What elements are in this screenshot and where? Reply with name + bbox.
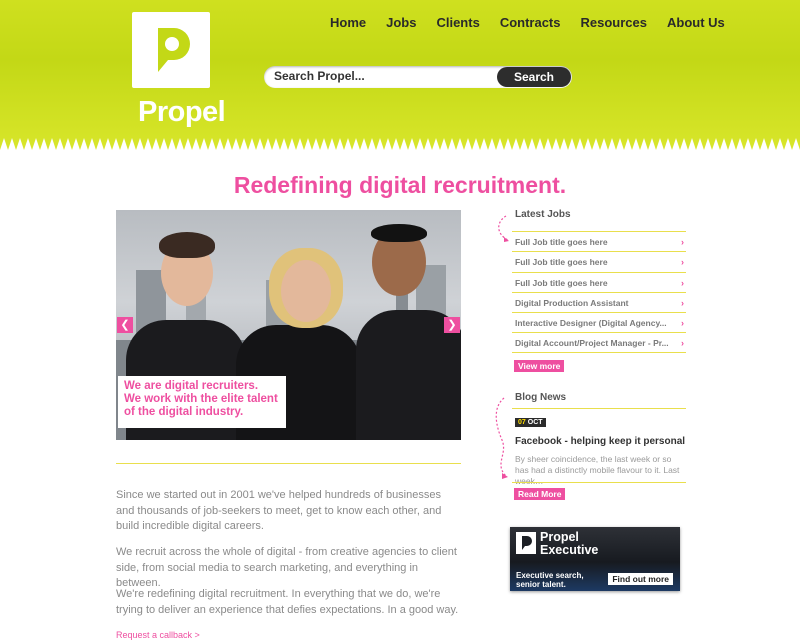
blog-date-month: OCT [527,419,543,426]
blog-date-day: 07 [518,419,526,426]
nav-jobs[interactable]: Jobs [386,15,416,30]
latest-jobs-title: Latest Jobs [515,209,571,220]
logo-wordmark: Propel [138,96,226,128]
chevron-right-icon: › [681,297,684,308]
nav-contracts[interactable]: Contracts [500,15,561,30]
job-list-item[interactable]: Interactive Designer (Digital Agency... › [512,312,686,332]
search-bar: Search [264,66,572,88]
search-button[interactable]: Search [497,67,571,87]
search-input[interactable] [274,69,494,83]
hero-caption-line: We are digital recruiters. [124,380,259,392]
blog-post-title[interactable]: Facebook - helping keep it personal [515,436,685,447]
job-title: Digital Account/Project Manager - Pr... [515,338,669,349]
nav-home[interactable]: Home [330,15,366,30]
site-header: Propel Home Jobs Clients Contracts Resou… [0,0,800,150]
job-list-item[interactable]: Full Job title goes here › [512,271,686,292]
job-list-item[interactable]: Digital Account/Project Manager - Pr... › [512,332,686,353]
chevron-right-icon: ❯ [447,319,457,331]
header-zigzag-edge [0,138,800,150]
find-out-more-button[interactable]: Find out more [608,573,673,585]
view-more-jobs-button[interactable]: View more [514,360,565,372]
propel-executive-banner[interactable]: Propel Executive Executive search, senio… [510,527,680,591]
hero-caption: We are digital recruiters. We work with … [118,376,286,428]
job-list-item[interactable]: Full Job title goes here › [512,231,686,251]
blog-divider [512,482,686,483]
blog-divider [512,408,686,409]
hero-next-button[interactable]: ❯ [444,317,460,333]
job-list-item[interactable]: Digital Production Assistant › [512,291,686,312]
job-title: Digital Production Assistant [515,297,629,308]
hero-prev-button[interactable]: ❮ [117,317,133,333]
chevron-right-icon: › [681,257,684,268]
job-title: Full Job title goes here [515,237,608,247]
propel-logo[interactable]: Propel [132,12,226,128]
job-title: Full Job title goes here [515,257,608,268]
job-list-item[interactable]: Full Job title goes here › [512,251,686,271]
intro-paragraph: We're redefining digital recruitment. In… [116,588,459,616]
chevron-right-icon: › [681,318,684,329]
intro-paragraph: Since we started out in 2001 we've helpe… [116,489,442,532]
nav-resources[interactable]: Resources [581,15,647,30]
dashed-arrow-icon [495,397,508,479]
job-title: Interactive Designer (Digital Agency... [515,318,667,329]
hero-caption-line: We work with the elite talent [124,393,278,405]
latest-jobs-list: Full Job title goes here › Full Job title… [512,231,686,353]
intro-paragraph: We recruit across the whole of digital -… [116,546,457,589]
hero-caption-line: of the digital industry. [124,406,244,418]
request-callback-link[interactable]: Request a callback > [116,630,200,640]
chevron-left-icon: ❮ [120,319,130,331]
nav-clients[interactable]: Clients [436,15,479,30]
read-more-button[interactable]: Read More [514,488,566,500]
blog-news-title: Blog News [515,392,567,403]
chevron-right-icon: › [681,237,684,247]
main-nav: Home Jobs Clients Contracts Resources Ab… [330,15,745,30]
logo-mark [132,12,210,88]
executive-title: Propel Executive [540,530,599,557]
nav-about-us[interactable]: About Us [667,15,725,30]
page-headline: Redefining digital recruitment. [233,172,567,198]
job-title: Full Job title goes here [515,277,608,288]
executive-logo-icon [516,532,536,554]
executive-tagline: Executive search, senior talent. [516,571,584,589]
blog-date-badge: 07 OCT [515,418,546,427]
content-divider [116,463,461,464]
chevron-right-icon: › [681,277,684,288]
chevron-right-icon: › [681,338,684,349]
